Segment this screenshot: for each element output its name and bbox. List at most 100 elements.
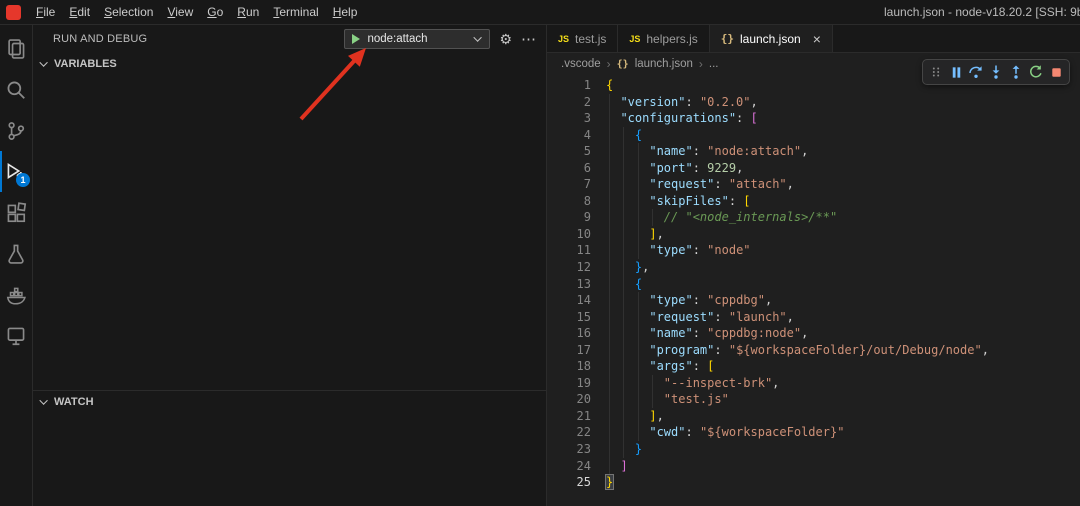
line-number[interactable]: 8: [547, 193, 591, 210]
activity-source-control[interactable]: [0, 110, 32, 151]
menu-terminal[interactable]: Terminal: [266, 0, 325, 24]
menu-run[interactable]: Run: [230, 0, 266, 24]
code-line-22[interactable]: 22 "cwd": "${workspaceFolder}": [547, 424, 1080, 441]
tab-helpers.js[interactable]: JShelpers.js: [618, 25, 709, 52]
code-line-8[interactable]: 8 "skipFiles": [: [547, 193, 1080, 210]
code-text: "port": 9229,: [606, 160, 743, 177]
tab-test.js[interactable]: JStest.js: [547, 25, 618, 52]
line-number[interactable]: 3: [547, 110, 591, 127]
activity-extensions[interactable]: [0, 192, 32, 233]
files-icon: [5, 38, 27, 60]
code-line-20[interactable]: 20 "test.js": [547, 391, 1080, 408]
line-number[interactable]: 5: [547, 143, 591, 160]
code-line-24[interactable]: 24 ]: [547, 458, 1080, 475]
watch-section-header[interactable]: WATCH: [33, 391, 546, 413]
code-line-7[interactable]: 7 "request": "attach",: [547, 176, 1080, 193]
step-over-button[interactable]: [966, 61, 986, 83]
code-line-21[interactable]: 21 ],: [547, 408, 1080, 425]
code-line-16[interactable]: 16 "name": "cppdbg:node",: [547, 325, 1080, 342]
menu-selection[interactable]: Selection: [97, 0, 160, 24]
line-number[interactable]: 19: [547, 375, 591, 392]
line-number[interactable]: 22: [547, 424, 591, 441]
toolbar-drag-handle[interactable]: [926, 61, 946, 83]
watch-section: WATCH: [33, 390, 546, 506]
debug-config-dropdown[interactable]: node:attach: [344, 29, 490, 49]
step-over-icon: [968, 64, 984, 80]
more-actions-icon[interactable]: ⋯: [521, 32, 536, 47]
line-number[interactable]: 2: [547, 94, 591, 111]
line-number[interactable]: 11: [547, 242, 591, 259]
line-number[interactable]: 20: [547, 391, 591, 408]
code-text: }: [606, 441, 642, 458]
line-number[interactable]: 13: [547, 276, 591, 293]
pause-button[interactable]: [946, 61, 966, 83]
line-number[interactable]: 7: [547, 176, 591, 193]
line-number[interactable]: 4: [547, 127, 591, 144]
line-number[interactable]: 17: [547, 342, 591, 359]
line-number[interactable]: 15: [547, 309, 591, 326]
code-line-18[interactable]: 18 "args": [: [547, 358, 1080, 375]
tab-launch.json[interactable]: {}launch.json×: [710, 25, 833, 52]
line-number[interactable]: 23: [547, 441, 591, 458]
restart-button[interactable]: [1026, 61, 1046, 83]
activity-docker[interactable]: [0, 274, 32, 315]
breadcrumb-folder[interactable]: .vscode: [561, 58, 601, 70]
code-line-19[interactable]: 19 "--inspect-brk",: [547, 375, 1080, 392]
code-line-13[interactable]: 13 {: [547, 276, 1080, 293]
code-line-2[interactable]: 2 "version": "0.2.0",: [547, 94, 1080, 111]
activity-run-and-debug[interactable]: 1: [0, 151, 32, 192]
code-line-14[interactable]: 14 "type": "cppdbg",: [547, 292, 1080, 309]
breadcrumb-file[interactable]: launch.json: [635, 58, 693, 70]
line-number[interactable]: 21: [547, 408, 591, 425]
step-out-button[interactable]: [1006, 61, 1026, 83]
gripper-icon: [929, 65, 943, 79]
code-line-6[interactable]: 6 "port": 9229,: [547, 160, 1080, 177]
code-line-25[interactable]: 25}: [547, 474, 1080, 491]
line-number[interactable]: 12: [547, 259, 591, 276]
code-line-23[interactable]: 23 }: [547, 441, 1080, 458]
menu-file[interactable]: File: [29, 0, 62, 24]
step-into-button[interactable]: [986, 61, 1006, 83]
variables-section: VARIABLES: [33, 53, 546, 390]
activity-search[interactable]: [0, 69, 32, 110]
start-debugging-icon[interactable]: [352, 34, 360, 44]
gear-icon[interactable]: ⚙: [499, 32, 512, 46]
breadcrumb-separator: ›: [607, 57, 611, 71]
stop-button[interactable]: [1046, 61, 1066, 83]
activity-testing[interactable]: [0, 233, 32, 274]
line-number[interactable]: 18: [547, 358, 591, 375]
menu-help[interactable]: Help: [326, 0, 365, 24]
line-number[interactable]: 25: [547, 474, 591, 491]
line-number[interactable]: 6: [547, 160, 591, 177]
extensions-icon: [5, 202, 27, 224]
code-line-11[interactable]: 11 "type": "node": [547, 242, 1080, 259]
code-line-3[interactable]: 3 "configurations": [: [547, 110, 1080, 127]
code-line-4[interactable]: 4 {: [547, 127, 1080, 144]
breadcrumb-more[interactable]: ...: [709, 58, 719, 70]
menu-view[interactable]: View: [160, 0, 200, 24]
code-line-9[interactable]: 9 // "<node_internals>/**": [547, 209, 1080, 226]
code-line-17[interactable]: 17 "program": "${workspaceFolder}/out/De…: [547, 342, 1080, 359]
activity-remote-explorer[interactable]: [0, 315, 32, 356]
line-number[interactable]: 14: [547, 292, 591, 309]
code-line-12[interactable]: 12 },: [547, 259, 1080, 276]
code-line-5[interactable]: 5 "name": "node:attach",: [547, 143, 1080, 160]
variables-section-header[interactable]: VARIABLES: [33, 53, 546, 75]
code-line-15[interactable]: 15 "request": "launch",: [547, 309, 1080, 326]
code-line-10[interactable]: 10 ],: [547, 226, 1080, 243]
line-number[interactable]: 10: [547, 226, 591, 243]
activity-explorer[interactable]: [0, 28, 32, 69]
code-text: },: [606, 259, 649, 276]
watch-label: WATCH: [54, 396, 94, 408]
menu-edit[interactable]: Edit: [62, 0, 97, 24]
close-tab-icon[interactable]: ×: [813, 32, 821, 46]
line-number[interactable]: 24: [547, 458, 591, 475]
menu-go[interactable]: Go: [200, 0, 230, 24]
tab-label: helpers.js: [646, 32, 697, 46]
line-number[interactable]: 16: [547, 325, 591, 342]
code-text: "test.js": [606, 391, 729, 408]
line-number[interactable]: 9: [547, 209, 591, 226]
line-number[interactable]: 1: [547, 77, 591, 94]
menu-bar: FileEditSelectionViewGoRunTerminalHelp: [29, 0, 364, 24]
code-text: {: [606, 127, 642, 144]
